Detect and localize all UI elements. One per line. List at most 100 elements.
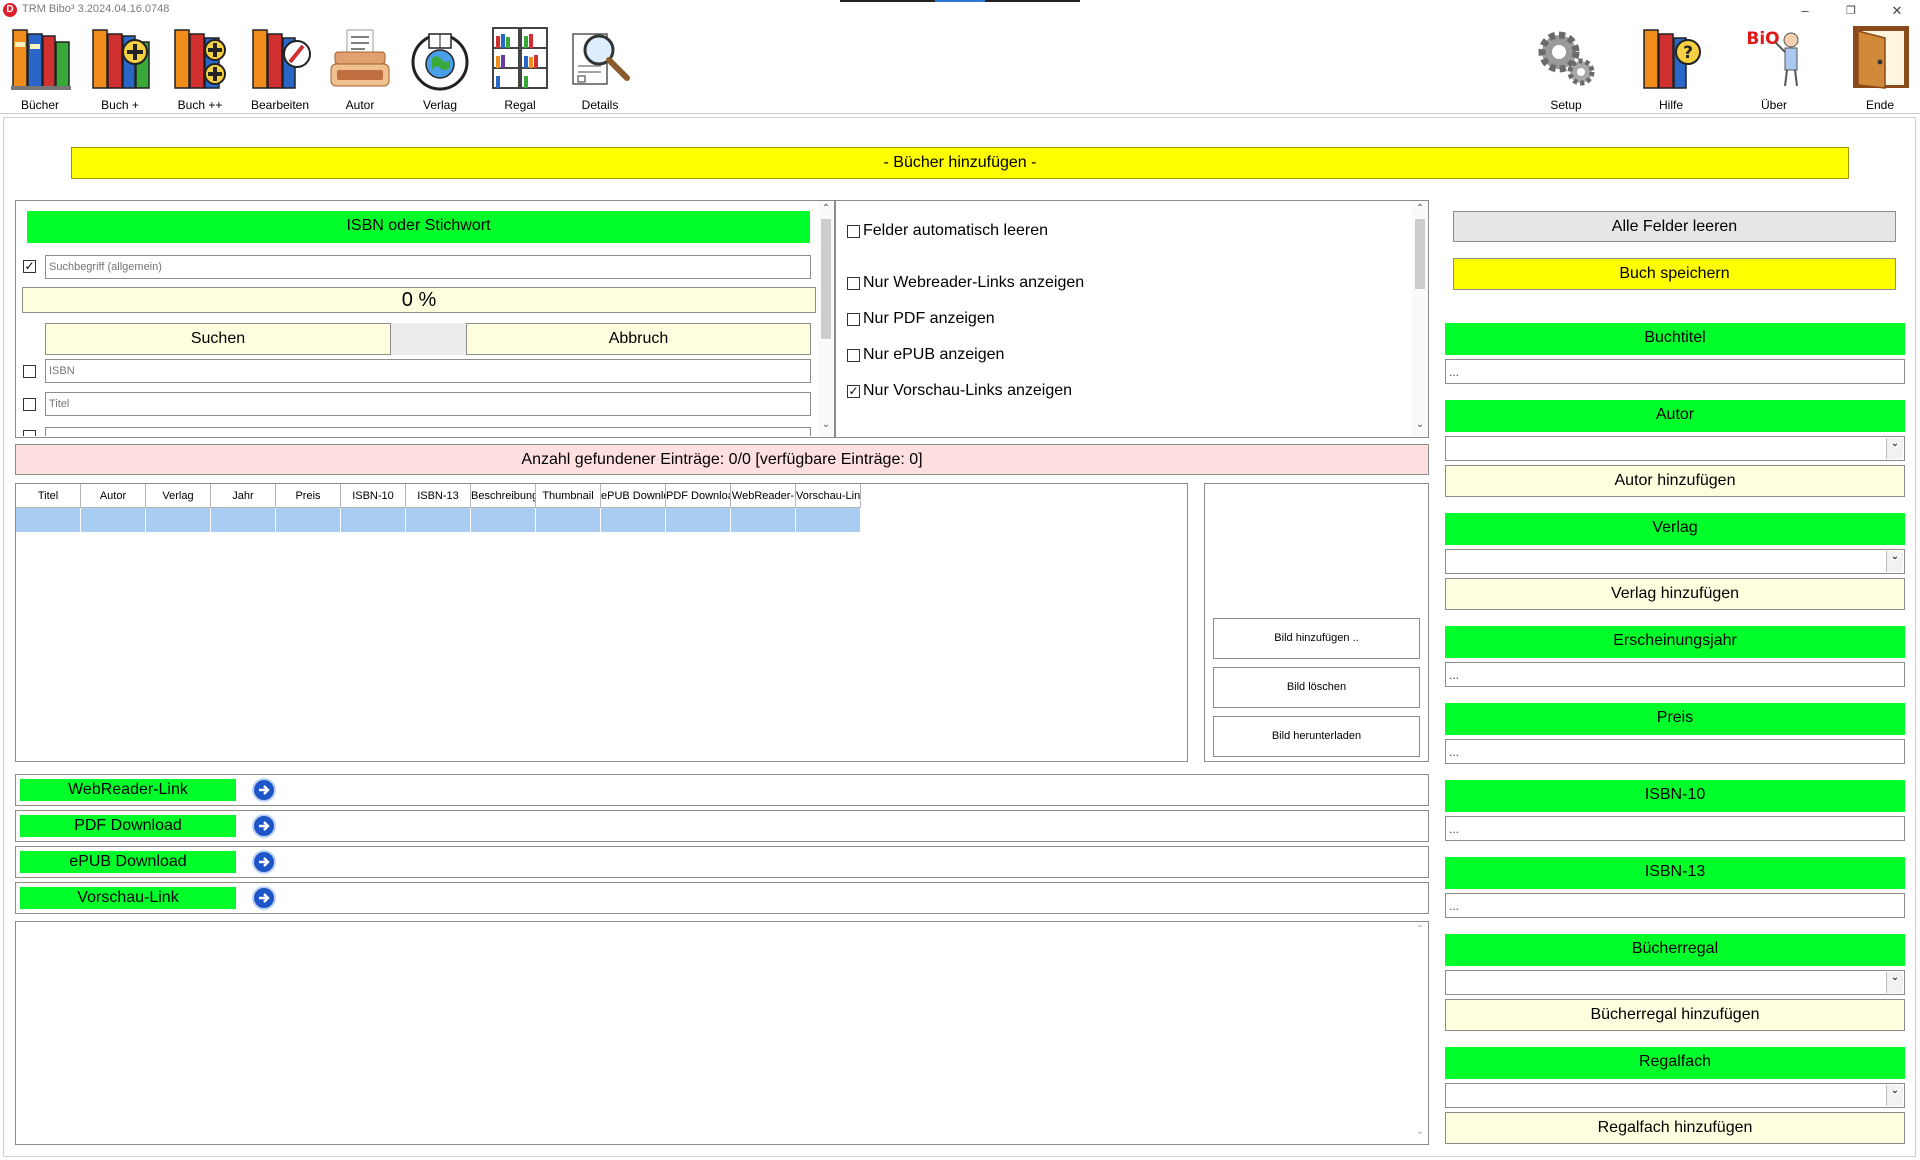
search-button[interactable]: Suchen <box>45 323 391 355</box>
title-input[interactable] <box>45 392 811 416</box>
exit-door-icon <box>1853 26 1909 89</box>
grid-cell[interactable] <box>666 508 731 532</box>
grid-cell[interactable] <box>276 508 341 532</box>
toolbar-setup-button[interactable]: Setup <box>1526 22 1606 114</box>
open-preview-icon[interactable] <box>252 886 276 910</box>
check-icon: ✓ <box>24 259 35 273</box>
option-checkbox-preview[interactable]: ✓ <box>847 385 860 398</box>
grid-cell[interactable] <box>341 508 406 532</box>
option-checkbox-pdf[interactable] <box>847 313 860 326</box>
author-input-clipped[interactable] <box>45 427 811 436</box>
grid-cell[interactable] <box>81 508 146 532</box>
grid-column-header[interactable]: Preis <box>276 484 341 508</box>
scroll-up-icon[interactable]: ⌃ <box>1412 924 1428 935</box>
scroll-down-icon[interactable]: ⌄ <box>1412 1126 1428 1137</box>
isbn13-input[interactable] <box>1445 893 1905 918</box>
book-title-header: Buchtitel <box>1445 323 1905 355</box>
open-epub-icon[interactable] <box>252 850 276 874</box>
chevron-down-icon[interactable]: ⌄ <box>1886 438 1903 459</box>
option-checkbox-epub[interactable] <box>847 349 860 362</box>
delete-image-button[interactable]: Bild löschen <box>1213 667 1420 708</box>
add-publisher-button[interactable]: Verlag hinzufügen <box>1445 578 1905 610</box>
add-multiple-books-icon <box>174 29 226 89</box>
grid-column-header[interactable]: WebReader- <box>731 484 796 508</box>
isbn-input[interactable] <box>45 359 811 383</box>
grid-column-header[interactable]: Verlag <box>146 484 211 508</box>
grid-column-header[interactable]: Autor <box>81 484 146 508</box>
toolbar-buch-plusplus-button[interactable]: Buch ++ <box>160 22 240 114</box>
scroll-up-icon[interactable]: ⌃ <box>818 203 834 214</box>
grid-column-header[interactable]: ISBN-10 <box>341 484 406 508</box>
grid-column-header[interactable]: Titel <box>16 484 81 508</box>
open-webreader-icon[interactable] <box>252 778 276 802</box>
chevron-down-icon[interactable]: ⌄ <box>1886 1085 1903 1106</box>
isbn10-input[interactable] <box>1445 816 1905 841</box>
grid-column-header[interactable]: Beschreibung <box>471 484 536 508</box>
search-panel-scrollbar[interactable]: ⌃ ⌄ <box>818 201 834 437</box>
toolbar-details-button[interactable]: Details <box>560 22 640 114</box>
toolbar-verlag-button[interactable]: Verlag <box>400 22 480 114</box>
save-book-button[interactable]: Buch speichern <box>1453 258 1896 290</box>
scroll-thumb[interactable] <box>821 219 831 339</box>
grid-cell[interactable] <box>731 508 796 532</box>
grid-cell[interactable] <box>471 508 536 532</box>
chevron-down-icon[interactable]: ⌄ <box>1886 551 1903 572</box>
scroll-thumb[interactable] <box>1415 219 1425 289</box>
price-input[interactable] <box>1445 739 1905 764</box>
add-compartment-button[interactable]: Regalfach hinzufügen <box>1445 1112 1905 1144</box>
download-image-button[interactable]: Bild herunterladen <box>1213 716 1420 757</box>
scroll-down-icon[interactable]: ⌄ <box>818 419 834 430</box>
grid-cell[interactable] <box>406 508 471 532</box>
author-dropdown[interactable]: ⌄ <box>1445 436 1905 461</box>
open-pdf-icon[interactable] <box>252 814 276 838</box>
grid-cell[interactable] <box>536 508 601 532</box>
toolbar-bearbeiten-button[interactable]: Bearbeiten <box>240 22 320 114</box>
close-button[interactable]: ✕ <box>1874 0 1920 22</box>
toolbar-autor-button[interactable]: Autor <box>320 22 400 114</box>
toolbar-ueber-button[interactable]: BiO Über <box>1734 22 1814 114</box>
compartment-dropdown[interactable]: ⌄ <box>1445 1083 1905 1108</box>
grid-column-header[interactable]: ISBN-13 <box>406 484 471 508</box>
bookshelf-dropdown[interactable]: ⌄ <box>1445 970 1905 995</box>
scroll-down-icon[interactable]: ⌄ <box>1412 419 1428 430</box>
clear-all-fields-button[interactable]: Alle Felder leeren <box>1453 211 1896 242</box>
grid-cell[interactable] <box>16 508 81 532</box>
add-bookshelf-button[interactable]: Bücherregal hinzufügen <box>1445 999 1905 1031</box>
option-checkbox-webreader[interactable] <box>847 277 860 290</box>
cancel-button[interactable]: Abbruch <box>466 323 811 355</box>
restore-button[interactable]: ❐ <box>1828 0 1874 22</box>
general-search-checkbox[interactable]: ✓ <box>23 260 36 273</box>
description-textarea[interactable]: ⌃ ⌄ <box>15 921 1429 1145</box>
results-grid[interactable]: Titel Autor Verlag Jahr Preis ISBN-10 ISBN-13 B… <box>15 483 1188 762</box>
publisher-dropdown[interactable]: ⌄ <box>1445 549 1905 574</box>
globe-book-icon <box>411 33 469 91</box>
grid-cell[interactable] <box>211 508 276 532</box>
option-checkbox-auto-clear[interactable] <box>847 225 860 238</box>
title-checkbox[interactable] <box>23 398 36 411</box>
grid-column-header[interactable]: Vorschau-Lin <box>796 484 861 508</box>
svg-text:BiO: BiO <box>1746 29 1779 49</box>
isbn-checkbox[interactable] <box>23 365 36 378</box>
toolbar-regal-button[interactable]: Regal <box>480 22 560 114</box>
grid-cell[interactable] <box>601 508 666 532</box>
general-search-input[interactable] <box>45 255 811 279</box>
book-title-input[interactable] <box>1445 359 1905 384</box>
chevron-down-icon[interactable]: ⌄ <box>1886 972 1903 993</box>
add-author-button[interactable]: Autor hinzufügen <box>1445 465 1905 497</box>
toolbar-buecher-button[interactable]: Bücher <box>0 22 80 114</box>
toolbar-ende-button[interactable]: Ende <box>1840 22 1920 114</box>
toolbar-buch-plus-button[interactable]: Buch + <box>80 22 160 114</box>
toolbar-hilfe-button[interactable]: ? Hilfe <box>1631 22 1711 114</box>
year-input[interactable] <box>1445 662 1905 687</box>
author-checkbox[interactable] <box>23 430 36 436</box>
grid-column-header[interactable]: PDF Downloa <box>666 484 731 508</box>
grid-cell[interactable] <box>796 508 861 532</box>
grid-column-header[interactable]: Jahr <box>211 484 276 508</box>
add-image-button[interactable]: Bild hinzufügen .. <box>1213 618 1420 659</box>
scroll-up-icon[interactable]: ⌃ <box>1412 203 1428 214</box>
options-panel-scrollbar[interactable]: ⌃ ⌄ <box>1412 201 1428 437</box>
grid-column-header[interactable]: ePUB Downlo <box>601 484 666 508</box>
grid-cell[interactable] <box>146 508 211 532</box>
grid-column-header[interactable]: Thumbnail <box>536 484 601 508</box>
minimize-button[interactable]: – <box>1782 0 1828 22</box>
